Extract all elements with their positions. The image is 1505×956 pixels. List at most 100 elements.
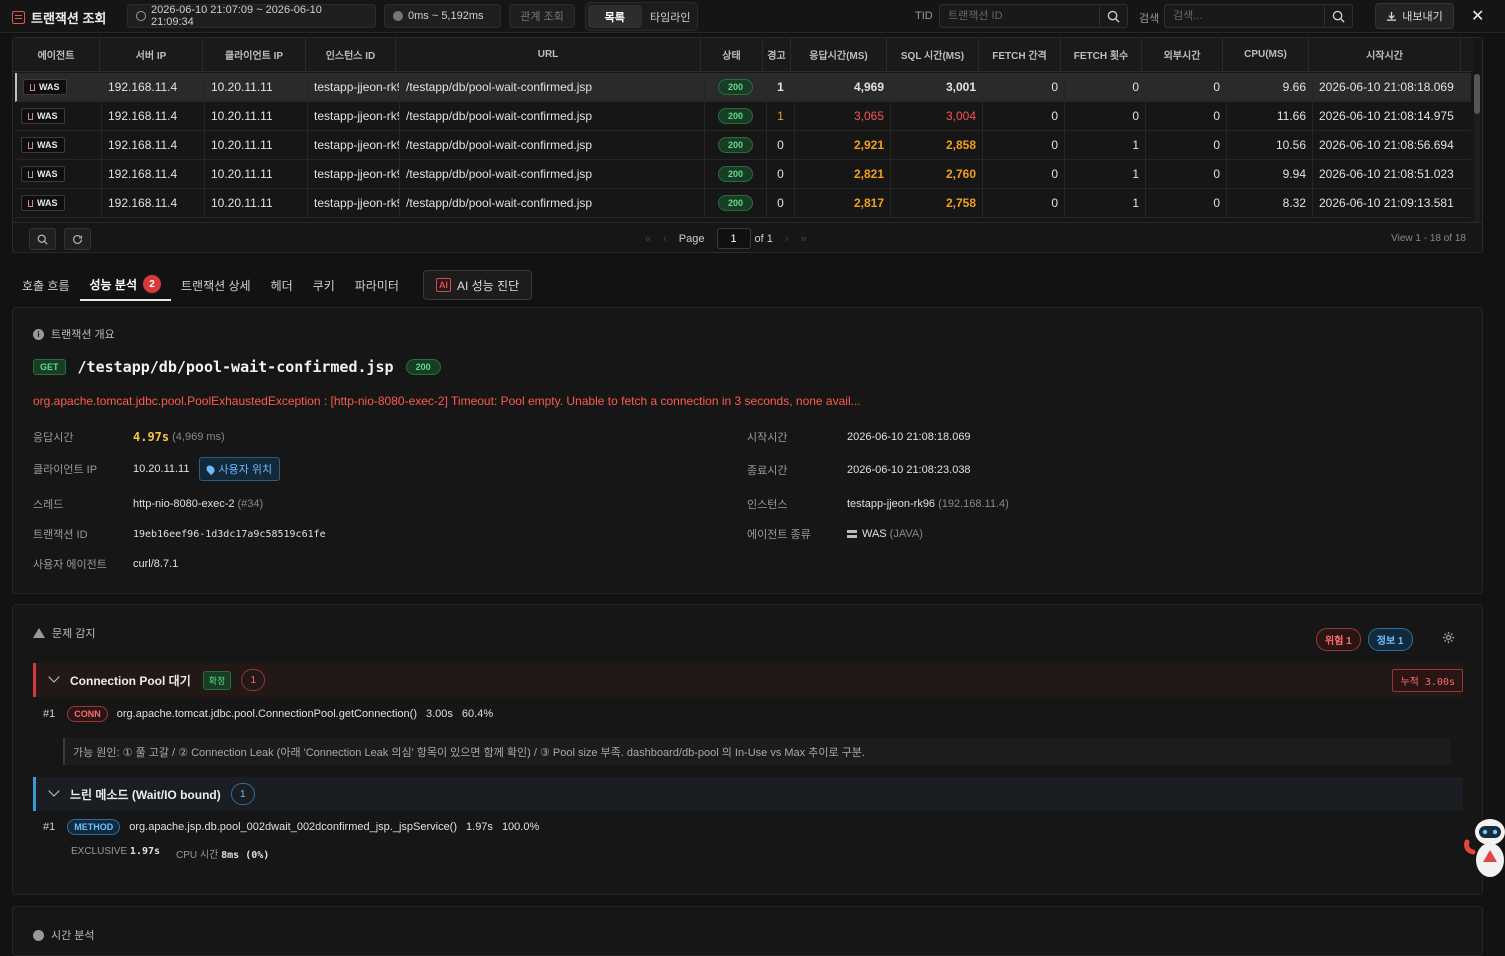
tab-call-flow[interactable]: 호출 흐름 xyxy=(12,269,80,301)
assistant-robot-icon[interactable] xyxy=(1463,812,1505,882)
page-input[interactable] xyxy=(716,228,751,249)
tab-cookie[interactable]: 쿠키 xyxy=(303,269,345,301)
method-metrics: EXCLUSIVE 1.97s CPU 시간 8ms (0%) xyxy=(71,846,270,861)
table-row[interactable]: WAS 192.168.11.4 10.20.11.11 testapp-jje… xyxy=(15,102,1471,131)
col-response-time[interactable]: 응답시간(MS) xyxy=(791,38,887,71)
user-location-button[interactable]: 사용자 위치 xyxy=(199,457,281,481)
response-time: 2,817 xyxy=(795,189,891,217)
instance-id: testapp-jjeon-rk96 xyxy=(308,73,400,101)
client-ip-field: 클라이언트 IP 10.20.11.11 사용자 위치 xyxy=(33,457,281,481)
col-fetch-gap[interactable]: FETCH 간격 xyxy=(979,38,1061,71)
response-time-field: 응답시간 4.97s (4,969 ms) xyxy=(33,430,225,444)
chevron-down-icon[interactable] xyxy=(48,785,60,797)
close-icon[interactable]: ✕ xyxy=(1471,6,1484,26)
start-time-field: 시작시간 2026-06-10 21:08:18.069 xyxy=(747,431,971,444)
java-icon xyxy=(30,83,35,91)
fetch-count: 0 xyxy=(1065,102,1146,130)
view-list-button[interactable]: 목록 xyxy=(588,5,642,28)
ai-diagnosis-button[interactable]: AI AI 성능 진단 xyxy=(422,270,533,300)
client-ip: 10.20.11.11 xyxy=(205,189,308,217)
clock-icon xyxy=(136,11,146,21)
table-row[interactable]: WAS 192.168.11.4 10.20.11.11 testapp-jje… xyxy=(15,131,1471,160)
tab-parameter[interactable]: 파라미터 xyxy=(345,269,409,301)
last-page-icon[interactable]: » xyxy=(801,233,807,245)
url: /testapp/db/pool-wait-confirmed.jsp xyxy=(400,102,705,130)
table-row[interactable]: WAS 192.168.11.4 10.20.11.11 testapp-jje… xyxy=(15,160,1471,189)
tid-search-button[interactable] xyxy=(1099,5,1127,27)
danger-count-badge[interactable]: 위험 1 xyxy=(1316,628,1361,651)
table-header: 에이전트 서버 IP 클라이언트 IP 인스턴스 ID URL 상태 경고 응답… xyxy=(13,38,1473,72)
scrollbar-thumb[interactable] xyxy=(1474,74,1480,114)
info-count-badge[interactable]: 정보 1 xyxy=(1367,628,1413,651)
related-query-button[interactable]: 관계 조회 xyxy=(509,4,575,28)
search-input[interactable] xyxy=(1165,5,1324,27)
problem-item[interactable]: #1 METHOD org.apache.jsp.db.pool_002dwai… xyxy=(43,819,539,835)
col-external-time[interactable]: 외부시간 xyxy=(1142,38,1223,71)
sql-time: 2,760 xyxy=(891,160,983,188)
java-icon xyxy=(28,112,33,120)
stopwatch-icon xyxy=(393,11,403,21)
table-refresh-button[interactable] xyxy=(64,228,91,250)
url: /testapp/db/pool-wait-confirmed.jsp xyxy=(400,73,705,101)
col-start-time[interactable]: 시작시간 xyxy=(1309,38,1461,71)
view-timeline-button[interactable]: 타임라인 xyxy=(644,3,698,30)
table-search-button[interactable] xyxy=(29,228,56,250)
search-button[interactable] xyxy=(1324,5,1352,27)
col-server-ip[interactable]: 서버 IP xyxy=(100,38,203,71)
time-range-picker[interactable]: 2026-06-10 21:07:09 ~ 2026-06-10 21:09:3… xyxy=(127,4,376,28)
col-fetch-count[interactable]: FETCH 횟수 xyxy=(1061,38,1142,71)
cpu-time: 8.32 xyxy=(1227,189,1313,217)
page-title: 트랜잭션 조회 xyxy=(12,8,106,27)
cpu-time: 11.66 xyxy=(1227,102,1313,130)
col-warning[interactable]: 경고 xyxy=(763,38,791,71)
sql-time: 3,004 xyxy=(891,102,983,130)
external-time: 0 xyxy=(1146,160,1227,188)
status-badge: 200 xyxy=(717,195,754,211)
view-toggle: 목록 타임라인 xyxy=(585,2,698,31)
status-badge: 200 xyxy=(717,166,754,182)
fetch-count: 0 xyxy=(1065,73,1146,101)
conn-tag: CONN xyxy=(67,706,108,722)
table-row[interactable]: WAS 192.168.11.4 10.20.11.11 testapp-jje… xyxy=(15,73,1471,102)
group-count-badge: 1 xyxy=(230,783,255,805)
export-button[interactable]: 내보내기 xyxy=(1375,3,1454,29)
cpu-time: 9.66 xyxy=(1227,73,1313,101)
client-ip: 10.20.11.11 xyxy=(205,73,308,101)
tab-transaction-detail[interactable]: 트랜잭션 상세 xyxy=(171,269,261,301)
next-page-icon[interactable]: › xyxy=(785,233,789,245)
chevron-down-icon[interactable] xyxy=(48,671,60,683)
col-url[interactable]: URL xyxy=(396,38,701,71)
col-status[interactable]: 상태 xyxy=(701,38,763,71)
overview-title: GET /testapp/db/pool-wait-confirmed.jsp … xyxy=(33,358,441,376)
duration-filter[interactable]: 0ms ~ 5,192ms xyxy=(384,4,501,28)
table-footer: « ‹ Page of 1 › » View 1 - 18 of 18 xyxy=(13,222,1482,252)
server-ip: 192.168.11.4 xyxy=(102,189,205,217)
col-agent[interactable]: 에이전트 xyxy=(13,38,100,71)
tid-input[interactable] xyxy=(940,5,1099,27)
tab-performance[interactable]: 성능 분석 2 xyxy=(79,269,171,301)
col-instance-id[interactable]: 인스턴스 ID xyxy=(306,38,396,71)
col-sql-time[interactable]: SQL 시간(MS) xyxy=(887,38,979,71)
tab-header[interactable]: 헤더 xyxy=(261,269,303,301)
start-time: 2026-06-10 21:08:51.023 xyxy=(1319,167,1454,181)
ai-icon: AI xyxy=(435,278,451,292)
problem-group-slow-method[interactable]: 느린 메소드 (Wait/IO bound) 1 xyxy=(33,777,1463,811)
problem-item[interactable]: #1 CONN org.apache.tomcat.jdbc.pool.Conn… xyxy=(43,706,493,722)
thread-field: 스레드 http-nio-8080-exec-2 (#34) xyxy=(33,498,264,511)
prev-page-icon[interactable]: ‹ xyxy=(663,233,667,245)
col-client-ip[interactable]: 클라이언트 IP xyxy=(203,38,306,71)
table-row[interactable]: WAS 192.168.11.4 10.20.11.11 testapp-jje… xyxy=(15,189,1471,218)
method-percent: 60.4% xyxy=(461,708,494,720)
server-icon xyxy=(847,530,857,538)
col-cpu[interactable]: CPU(MS) xyxy=(1223,38,1309,71)
first-page-icon[interactable]: « xyxy=(645,233,651,245)
method-time: 1.97s xyxy=(466,821,493,833)
problem-heading: 문제 감지 xyxy=(33,625,96,641)
gear-icon[interactable] xyxy=(1442,631,1455,644)
cpu-time: 9.94 xyxy=(1227,160,1313,188)
end-time-field: 종료시간 2026-06-10 21:08:23.038 xyxy=(747,464,971,477)
was-badge: WAS xyxy=(23,79,67,95)
problem-group-connection-pool[interactable]: Connection Pool 대기 확정 1 누적 3.00s xyxy=(33,663,1463,697)
java-icon xyxy=(28,199,33,207)
warning-count: 1 xyxy=(767,73,795,101)
